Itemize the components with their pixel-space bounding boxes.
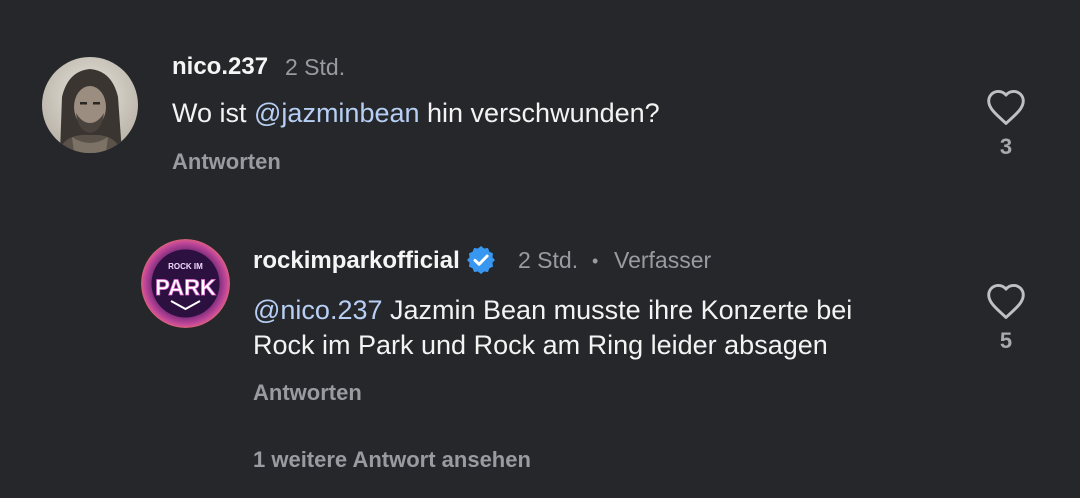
- avatar-nico[interactable]: [42, 57, 138, 153]
- reply-text-line2: Rock im Park und Rock am Ring leider abs…: [253, 330, 828, 360]
- avatar-rockimpark[interactable]: ROCK IM PARK: [141, 239, 230, 328]
- reply-timestamp: 2 Std.: [518, 247, 579, 273]
- comment-text-prefix: Wo ist: [172, 98, 255, 128]
- verified-badge-icon: [467, 246, 495, 274]
- rock-im-park-logo-icon: ROCK IM PARK: [141, 239, 230, 328]
- comment-timestamp: 2 Std.: [285, 54, 346, 80]
- reply-text: @nico.237 Jazmin Bean musste ihre Konzer…: [253, 293, 953, 363]
- view-more-replies-button[interactable]: 1 weitere Antwort ansehen: [253, 447, 531, 473]
- reply-text-line1: Jazmin Bean musste ihre Konzerte bei: [382, 295, 853, 325]
- author-badge: Verfasser: [614, 247, 712, 273]
- heart-icon[interactable]: [985, 282, 1027, 320]
- comment-text-suffix: hin verschwunden?: [419, 98, 660, 128]
- reply-button-2[interactable]: Antworten: [253, 380, 362, 406]
- comment-text: Wo ist @jazminbean hin verschwunden?: [172, 96, 660, 131]
- reply-username[interactable]: rockimparkofficial: [253, 247, 460, 275]
- mention-link-nico[interactable]: @nico.237: [253, 295, 383, 325]
- comment-like-count: 3: [999, 134, 1013, 159]
- comment-nico: nico.237 2 Std. Wo ist @jazminbean hin v…: [0, 0, 1080, 200]
- reply-like-area: 5: [976, 282, 1036, 354]
- heart-icon[interactable]: [985, 88, 1027, 126]
- logo-main-text: PARK: [155, 275, 216, 300]
- meta-separator: •: [592, 251, 599, 271]
- comment-username[interactable]: nico.237: [172, 53, 268, 81]
- mention-link-jazminbean[interactable]: @jazminbean: [254, 98, 420, 128]
- reply-button[interactable]: Antworten: [172, 149, 281, 175]
- reply-like-count: 5: [999, 328, 1013, 353]
- user-photo-icon: [42, 57, 138, 153]
- reply-rockimpark: ROCK IM PARK rockimparkofficial 2 Std. •…: [0, 200, 1080, 498]
- comment-like-area: 3: [976, 88, 1036, 160]
- logo-top-text: ROCK IM: [168, 262, 203, 271]
